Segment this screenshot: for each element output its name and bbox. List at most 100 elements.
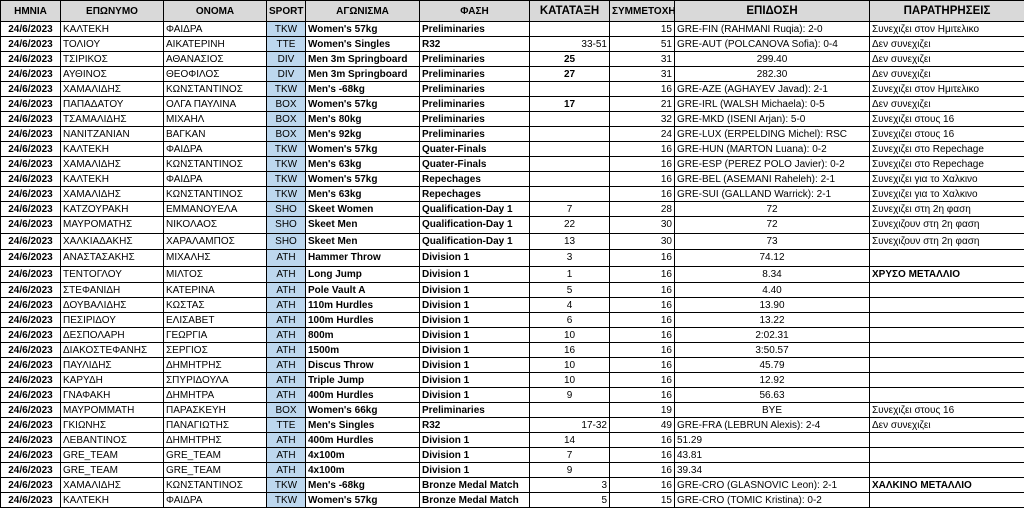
cell-name: ΝΙΚΟΛΑΟΣ: [163, 216, 267, 234]
cell-performance: GRE-CRO (GLASNOVIC Leon): 2-1: [674, 477, 870, 493]
cell-date: 24/6/2023: [0, 81, 61, 97]
cell-phase: Preliminaries: [419, 402, 530, 418]
cell-performance: GRE-HUN (MARTON Luana): 0-2: [674, 141, 870, 157]
col-header-name: ΟΝΟΜΑ: [163, 0, 267, 22]
cell-name: ΣΠΥΡΙΔΟΥΛΑ: [163, 372, 267, 388]
cell-performance: GRE-AZE (AGHAYEV Javad): 2-1: [674, 81, 870, 97]
cell-surname: ΧΑΛΚΙΑΔΑΚΗΣ: [60, 232, 164, 250]
table-row: 24/6/2023 ΜΑΥΡΟΜΜΑΤΗ ΠΑΡΑΣΚΕΥΗ BOX Women's 6…: [0, 402, 1024, 418]
cell-name: ΑΙΚΑΤΕΡΙΝΗ: [163, 36, 267, 52]
cell-event: Triple Jump: [305, 372, 420, 388]
cell-sport: TTE: [266, 36, 306, 52]
cell-performance: 45.79: [674, 357, 870, 373]
cell-sport: TKW: [266, 156, 306, 172]
cell-performance: GRE-CRO (TOMIC Kristina): 0-2: [674, 492, 870, 508]
cell-sport: ATH: [266, 249, 306, 267]
col-header-remarks: ΠΑΡΑΤΗΡΗΣΕΙΣ: [869, 0, 1024, 22]
cell-date: 24/6/2023: [0, 171, 61, 187]
cell-name: ΕΜΜΑΝΟΥΕΛΑ: [163, 201, 267, 217]
cell-sport: TKW: [266, 186, 306, 202]
cell-date: 24/6/2023: [0, 66, 61, 82]
cell-remarks: Συνεχιζουν στη 2η φαση: [869, 232, 1024, 250]
cell-event: Women's 57kg: [305, 141, 420, 157]
cell-surname: ΝΑΝΙΤΖΑΝΙΑΝ: [60, 126, 164, 142]
cell-rank: [529, 141, 610, 157]
cell-sport: ATH: [266, 462, 306, 478]
cell-rank: 17-32: [529, 417, 610, 433]
cell-rank: 10: [529, 327, 610, 343]
cell-surname: ΠΕΣΙΡΙΔΟΥ: [60, 312, 164, 328]
cell-remarks: [869, 342, 1024, 358]
table-row: 24/6/2023 GRE_TEAM GRE_TEAM ATH 4x100m Divisi…: [0, 447, 1024, 463]
cell-surname: ΤΣΙΡΙΚΟΣ: [60, 51, 164, 67]
cell-date: 24/6/2023: [0, 96, 61, 112]
cell-event: Skeet Men: [305, 232, 420, 250]
cell-rank: 10: [529, 372, 610, 388]
cell-date: 24/6/2023: [0, 232, 61, 250]
cell-sport: BOX: [266, 111, 306, 127]
cell-event: Men's 92kg: [305, 126, 420, 142]
cell-phase: Quater-Finals: [419, 141, 530, 157]
table-row: 24/6/2023 GRE_TEAM GRE_TEAM ATH 4x100m Divisi…: [0, 462, 1024, 478]
cell-rank: 7: [529, 201, 610, 217]
cell-performance: 4.40: [674, 282, 870, 298]
cell-phase: Preliminaries: [419, 96, 530, 112]
cell-remarks: Συνεχιζει για το Χαλκινο: [869, 186, 1024, 202]
cell-name: ΚΩΝΣΤΑΝΤΙΝΟΣ: [163, 186, 267, 202]
cell-performance: 51.29: [674, 432, 870, 448]
cell-remarks: [869, 372, 1024, 388]
cell-phase: R32: [419, 36, 530, 52]
results-table: ΗΜΝΙΑ ΕΠΩΝΥΜΟ ΟΝΟΜΑ SPORT ΑΓΩΝΙΣΜΑ ΦΑΣΗ …: [0, 0, 1024, 508]
table-row: 24/6/2023 ΤΣΙΡΙΚΟΣ ΑΘΑΝΑΣΙΟΣ DIV Men 3m Spri…: [0, 51, 1024, 67]
cell-performance: 299.40: [674, 51, 870, 67]
cell-surname: ΜΑΥΡΟΜΜΑΤΗ: [60, 402, 164, 418]
cell-participation: 49: [609, 417, 675, 433]
cell-sport: ATH: [266, 312, 306, 328]
cell-phase: Division 1: [419, 327, 530, 343]
col-header-rank: ΚΑΤΑΤΑΞΗ: [529, 0, 610, 22]
cell-sport: ATH: [266, 357, 306, 373]
cell-sport: TKW: [266, 477, 306, 493]
cell-phase: Division 1: [419, 249, 530, 267]
cell-remarks: Συνεχιζει για το Χαλκινο: [869, 171, 1024, 187]
cell-participation: 30: [609, 216, 675, 234]
cell-performance: 74.12: [674, 249, 870, 267]
cell-remarks: [869, 387, 1024, 403]
cell-date: 24/6/2023: [0, 492, 61, 508]
cell-performance: 13.22: [674, 312, 870, 328]
cell-sport: ATH: [266, 432, 306, 448]
col-header-surname: ΕΠΩΝΥΜΟ: [60, 0, 164, 22]
cell-date: 24/6/2023: [0, 447, 61, 463]
cell-participation: 16: [609, 282, 675, 298]
col-header-sport: SPORT: [266, 0, 306, 22]
cell-name: ΔΗΜΗΤΡΑ: [163, 387, 267, 403]
cell-name: ΚΩΝΣΤΑΝΤΙΝΟΣ: [163, 156, 267, 172]
cell-performance: 282.30: [674, 66, 870, 82]
cell-participation: 19: [609, 402, 675, 418]
cell-remarks: [869, 432, 1024, 448]
cell-phase: Division 1: [419, 282, 530, 298]
cell-performance: 72: [674, 201, 870, 217]
cell-remarks: ΧΑΛΚΙΝΟ ΜΕΤΑΛΛΙΟ: [869, 477, 1024, 493]
cell-name: GRE_TEAM: [163, 447, 267, 463]
cell-rank: [529, 81, 610, 97]
cell-event: Women's 57kg: [305, 171, 420, 187]
cell-date: 24/6/2023: [0, 402, 61, 418]
cell-participation: 16: [609, 81, 675, 97]
cell-participation: 21: [609, 96, 675, 112]
cell-rank: 3: [529, 249, 610, 267]
cell-name: ΘΕΟΦΙΛΟΣ: [163, 66, 267, 82]
cell-name: ΚΩΣΤΑΣ: [163, 297, 267, 313]
cell-rank: 27: [529, 66, 610, 82]
cell-rank: 1: [529, 265, 610, 283]
cell-date: 24/6/2023: [0, 186, 61, 202]
cell-event: 110m Hurdles: [305, 297, 420, 313]
cell-participation: 16: [609, 342, 675, 358]
table-row: 24/6/2023 ΔΙΑΚΟΣΤΕΦΑΝΗΣ ΣΕΡΓΙΟΣ ATH 1500m Div…: [0, 342, 1024, 358]
cell-rank: 5: [529, 282, 610, 298]
cell-performance: GRE-FRA (LEBRUN Alexis): 2-4: [674, 417, 870, 433]
cell-remarks: Συνεχιζει στους 16: [869, 402, 1024, 418]
table-row: 24/6/2023 ΧΑΜΑΛΙΔΗΣ ΚΩΝΣΤΑΝΤΙΝΟΣ TKW Men's 6…: [0, 186, 1024, 202]
cell-event: Discus Throw: [305, 357, 420, 373]
cell-participation: 24: [609, 126, 675, 142]
